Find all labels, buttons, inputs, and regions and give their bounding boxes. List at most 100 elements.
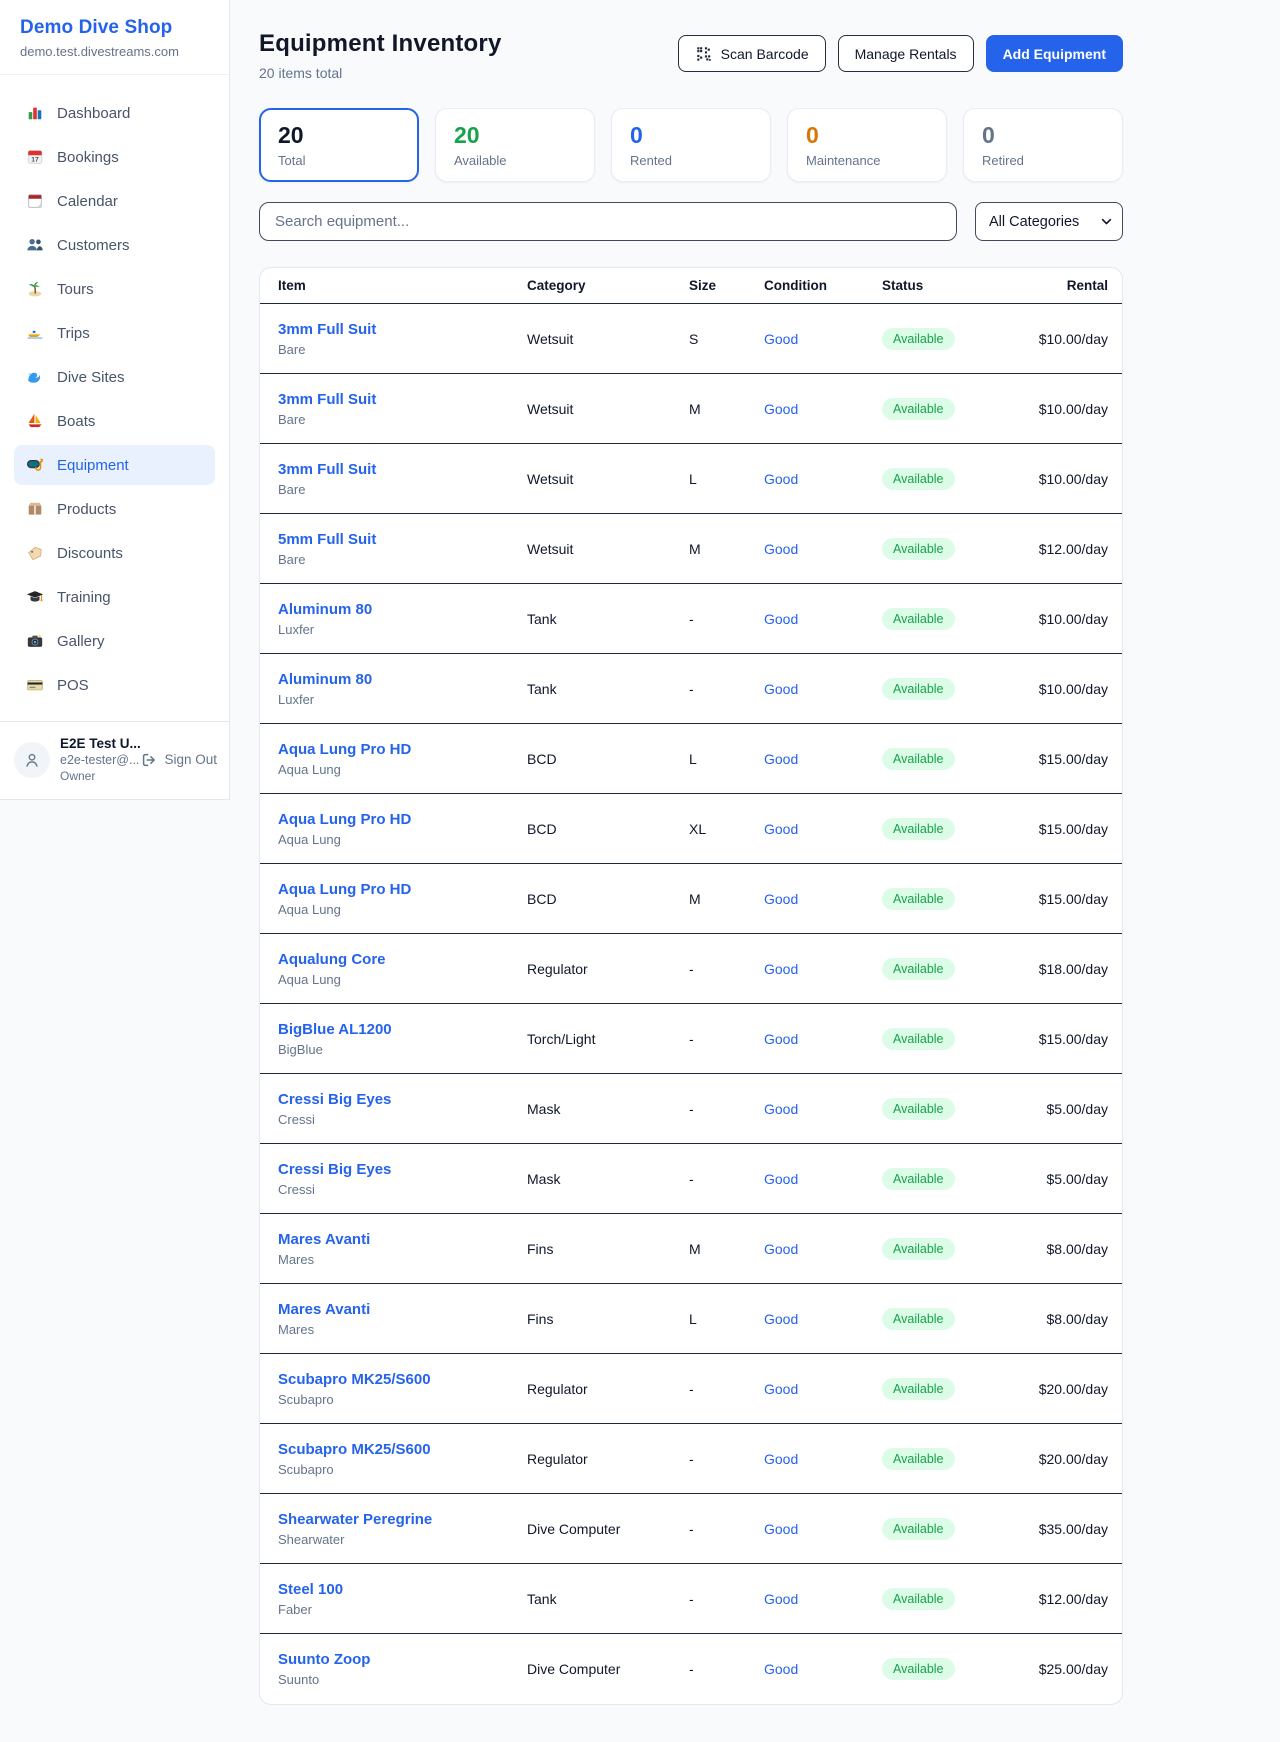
- rental-cell: $5.00/day: [1032, 1171, 1108, 1187]
- table-row: Shearwater Peregrine Shearwater Dive Com…: [260, 1494, 1122, 1564]
- calendar-icon: 17: [26, 148, 44, 166]
- condition-link[interactable]: Good: [764, 1521, 882, 1537]
- sidebar-item-dive-sites[interactable]: Dive Sites: [14, 357, 215, 397]
- size-cell: -: [689, 1661, 764, 1677]
- main-content: Equipment Inventory 20 items total Scan …: [231, 0, 1151, 1705]
- stat-label: Total: [278, 153, 400, 168]
- condition-link[interactable]: Good: [764, 1591, 882, 1607]
- sidebar-item-calendar[interactable]: Calendar: [14, 181, 215, 221]
- category-cell: Wetsuit: [527, 541, 689, 557]
- sidebar-item-bookings[interactable]: 17 Bookings: [14, 137, 215, 177]
- item-name-link[interactable]: Aqua Lung Pro HD: [278, 881, 527, 898]
- scan-barcode-button[interactable]: Scan Barcode: [678, 35, 826, 72]
- item-name-link[interactable]: Steel 100: [278, 1581, 527, 1598]
- item-brand: Cressi: [278, 1182, 527, 1197]
- status-cell: Available: [882, 818, 1032, 840]
- condition-link[interactable]: Good: [764, 611, 882, 627]
- sidebar-item-dashboard[interactable]: Dashboard: [14, 93, 215, 133]
- equipment-table: Item Category Size Condition Status Rent…: [259, 267, 1123, 1705]
- sidebar-item-tours[interactable]: Tours: [14, 269, 215, 309]
- status-badge: Available: [882, 888, 955, 910]
- item-name-link[interactable]: Cressi Big Eyes: [278, 1091, 527, 1108]
- condition-link[interactable]: Good: [764, 1171, 882, 1187]
- item-name-link[interactable]: Mares Avanti: [278, 1301, 527, 1318]
- item-name-link[interactable]: Mares Avanti: [278, 1231, 527, 1248]
- user-email: e2e-tester@...: [60, 753, 130, 767]
- item-name-link[interactable]: Scubapro MK25/S600: [278, 1371, 527, 1388]
- add-equipment-button[interactable]: Add Equipment: [986, 35, 1123, 72]
- item-cell: Cressi Big Eyes Cressi: [278, 1161, 527, 1197]
- stat-card-available[interactable]: 20 Available: [435, 108, 595, 182]
- sidebar-item-discounts[interactable]: Discounts: [14, 533, 215, 573]
- size-cell: -: [689, 1171, 764, 1187]
- item-name-link[interactable]: Aluminum 80: [278, 671, 527, 688]
- category-select[interactable]: All Categories: [975, 202, 1123, 241]
- condition-link[interactable]: Good: [764, 1661, 882, 1677]
- item-name-link[interactable]: 3mm Full Suit: [278, 391, 527, 408]
- sidebar-item-equipment[interactable]: Equipment: [14, 445, 215, 485]
- table-row: 3mm Full Suit Bare Wetsuit L Good Availa…: [260, 444, 1122, 514]
- stat-value: 0: [982, 122, 1104, 149]
- stat-card-total[interactable]: 20 Total: [259, 108, 419, 182]
- table-row: BigBlue AL1200 BigBlue Torch/Light - Goo…: [260, 1004, 1122, 1074]
- item-name-link[interactable]: Aqua Lung Pro HD: [278, 741, 527, 758]
- condition-link[interactable]: Good: [764, 1031, 882, 1047]
- condition-link[interactable]: Good: [764, 821, 882, 837]
- size-cell: -: [689, 681, 764, 697]
- item-name-link[interactable]: 3mm Full Suit: [278, 461, 527, 478]
- condition-link[interactable]: Good: [764, 891, 882, 907]
- rental-cell: $10.00/day: [1032, 611, 1108, 627]
- condition-link[interactable]: Good: [764, 1381, 882, 1397]
- item-cell: Aqua Lung Pro HD Aqua Lung: [278, 811, 527, 847]
- condition-link[interactable]: Good: [764, 681, 882, 697]
- col-rental: Rental: [1032, 278, 1108, 293]
- condition-link[interactable]: Good: [764, 471, 882, 487]
- sidebar-item-training[interactable]: Training: [14, 577, 215, 617]
- status-cell: Available: [882, 1098, 1032, 1120]
- table-row: Scubapro MK25/S600 Scubapro Regulator - …: [260, 1424, 1122, 1494]
- item-name-link[interactable]: Aqua Lung Pro HD: [278, 811, 527, 828]
- item-brand: Bare: [278, 342, 527, 357]
- item-name-link[interactable]: Shearwater Peregrine: [278, 1511, 527, 1528]
- status-badge: Available: [882, 748, 955, 770]
- sidebar-item-boats[interactable]: Boats: [14, 401, 215, 441]
- search-input[interactable]: [259, 202, 957, 241]
- item-cell: 5mm Full Suit Bare: [278, 531, 527, 567]
- condition-link[interactable]: Good: [764, 751, 882, 767]
- stat-card-maintenance[interactable]: 0 Maintenance: [787, 108, 947, 182]
- condition-link[interactable]: Good: [764, 331, 882, 347]
- table-row: Aqualung Core Aqua Lung Regulator - Good…: [260, 934, 1122, 1004]
- status-cell: Available: [882, 1378, 1032, 1400]
- item-name-link[interactable]: Aqualung Core: [278, 951, 527, 968]
- condition-link[interactable]: Good: [764, 401, 882, 417]
- status-badge: Available: [882, 398, 955, 420]
- item-name-link[interactable]: Scubapro MK25/S600: [278, 1441, 527, 1458]
- sidebar-item-gallery[interactable]: Gallery: [14, 621, 215, 661]
- item-name-link[interactable]: 5mm Full Suit: [278, 531, 527, 548]
- sidebar-item-trips[interactable]: Trips: [14, 313, 215, 353]
- item-name-link[interactable]: 3mm Full Suit: [278, 321, 527, 338]
- condition-link[interactable]: Good: [764, 1101, 882, 1117]
- stat-card-rented[interactable]: 0 Rented: [611, 108, 771, 182]
- condition-link[interactable]: Good: [764, 1451, 882, 1467]
- item-name-link[interactable]: Cressi Big Eyes: [278, 1161, 527, 1178]
- sidebar-item-products[interactable]: Products: [14, 489, 215, 529]
- status-cell: Available: [882, 468, 1032, 490]
- sign-out-button[interactable]: Sign Out: [140, 751, 217, 769]
- condition-link[interactable]: Good: [764, 1241, 882, 1257]
- item-name-link[interactable]: Aluminum 80: [278, 601, 527, 618]
- avatar: [14, 742, 50, 778]
- status-badge: Available: [882, 328, 955, 350]
- category-cell: Wetsuit: [527, 331, 689, 347]
- manage-rentals-button[interactable]: Manage Rentals: [838, 35, 974, 72]
- item-name-link[interactable]: Suunto Zoop: [278, 1651, 527, 1668]
- condition-link[interactable]: Good: [764, 541, 882, 557]
- condition-link[interactable]: Good: [764, 961, 882, 977]
- sidebar-item-pos[interactable]: POS: [14, 665, 215, 705]
- item-brand: Aqua Lung: [278, 972, 527, 987]
- sidebar-item-customers[interactable]: Customers: [14, 225, 215, 265]
- stat-card-retired[interactable]: 0 Retired: [963, 108, 1123, 182]
- item-name-link[interactable]: BigBlue AL1200: [278, 1021, 527, 1038]
- category-cell: Wetsuit: [527, 401, 689, 417]
- condition-link[interactable]: Good: [764, 1311, 882, 1327]
